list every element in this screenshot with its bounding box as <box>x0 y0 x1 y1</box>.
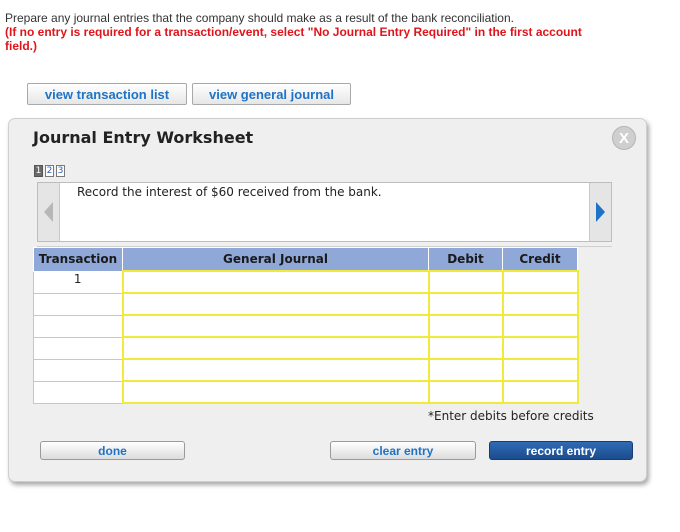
transaction-column-header: Transaction <box>33 247 123 272</box>
prompt-text: Record the interest of $60 received from… <box>77 185 382 199</box>
credit-field[interactable] <box>501 270 579 294</box>
credit-field[interactable] <box>501 358 579 382</box>
debit-field[interactable] <box>427 292 504 316</box>
transaction-number <box>33 314 123 338</box>
debit-field[interactable] <box>427 314 504 338</box>
table-row <box>33 358 579 382</box>
record-entry-button[interactable]: record entry <box>489 441 633 460</box>
arrow-left-icon[interactable] <box>38 183 60 241</box>
debit-field[interactable] <box>427 270 504 294</box>
credit-field[interactable] <box>501 314 579 338</box>
account-field[interactable] <box>121 380 430 404</box>
page-3-link[interactable]: 3 <box>56 165 65 177</box>
credit-field[interactable] <box>501 336 579 360</box>
debits-note: *Enter debits before credits <box>428 409 594 423</box>
account-field[interactable] <box>121 314 430 338</box>
clear-entry-button[interactable]: clear entry <box>330 441 476 460</box>
credit-field[interactable] <box>501 380 579 404</box>
debit-column-header: Debit <box>428 247 503 272</box>
table-row: 1 <box>33 270 579 294</box>
page-1-link[interactable]: 1 <box>34 165 43 177</box>
transaction-number <box>33 336 123 360</box>
done-button[interactable]: done <box>40 441 185 460</box>
credit-field[interactable] <box>501 292 579 316</box>
transaction-number <box>33 292 123 316</box>
worksheet-title: Journal Entry Worksheet <box>33 128 254 147</box>
arrow-right-icon[interactable] <box>589 183 611 241</box>
debit-field[interactable] <box>427 358 504 382</box>
table-row <box>33 292 579 316</box>
prompt-box: Record the interest of $60 received from… <box>37 182 612 242</box>
account-field[interactable] <box>121 336 430 360</box>
page-indicator: 1 2 3 <box>34 165 65 177</box>
table-row <box>33 314 579 338</box>
transaction-number: 1 <box>33 270 123 294</box>
account-field[interactable] <box>121 358 430 382</box>
account-field[interactable] <box>121 270 430 294</box>
account-field[interactable] <box>121 292 430 316</box>
transaction-number <box>33 380 123 404</box>
journal-table: Transaction General Journal Debit Credit… <box>33 247 579 404</box>
table-row <box>33 336 579 360</box>
page-2-link[interactable]: 2 <box>45 165 54 177</box>
credit-column-header: Credit <box>502 247 578 272</box>
table-header-row: Transaction General Journal Debit Credit <box>33 247 578 272</box>
instructions-warning: (If no entry is required for a transacti… <box>5 25 582 53</box>
table-row <box>33 380 579 404</box>
debit-field[interactable] <box>427 336 504 360</box>
general-journal-column-header: General Journal <box>122 247 429 272</box>
view-transaction-list-button[interactable]: view transaction list <box>27 83 187 105</box>
view-general-journal-button[interactable]: view general journal <box>192 83 351 105</box>
instructions-text: Prepare any journal entries that the com… <box>5 11 514 25</box>
transaction-number <box>33 358 123 382</box>
journal-entry-worksheet: Journal Entry Worksheet X 1 2 3 Record t… <box>8 118 647 482</box>
debit-field[interactable] <box>427 380 504 404</box>
close-icon[interactable]: X <box>612 126 636 150</box>
instructions: Prepare any journal entries that the com… <box>5 11 605 53</box>
